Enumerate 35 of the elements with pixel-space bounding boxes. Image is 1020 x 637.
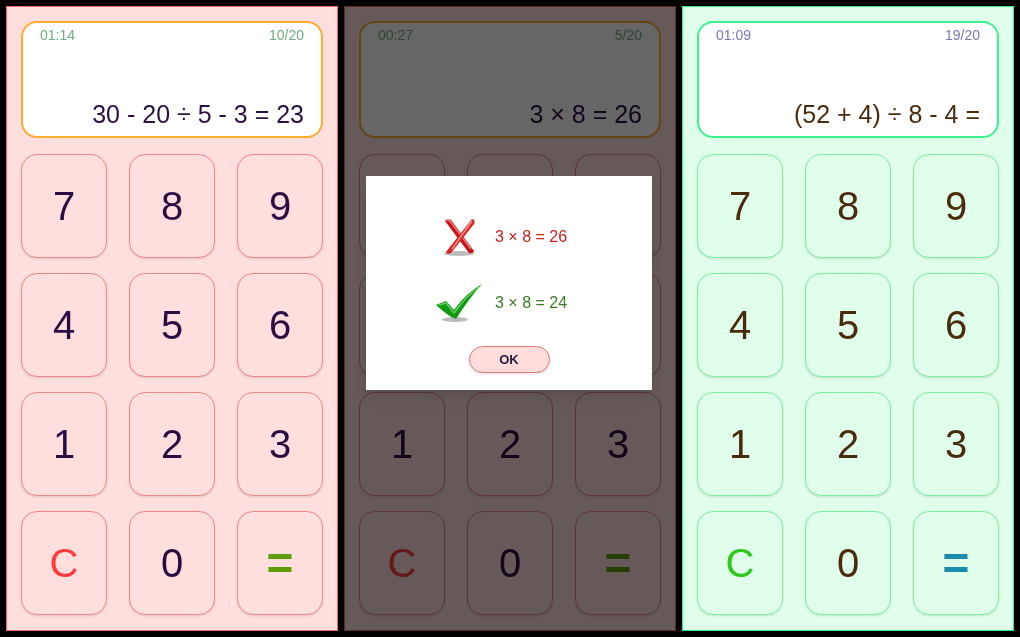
keypad-key[interactable]: 1 bbox=[21, 392, 107, 496]
keypad-key[interactable]: 4 bbox=[21, 273, 107, 377]
correct-answer-text: 3 × 8 = 24 bbox=[495, 293, 568, 313]
timer-text: 01:09 bbox=[716, 26, 752, 44]
keypad-key[interactable]: 2 bbox=[805, 392, 891, 496]
keypad-key[interactable]: 0 bbox=[129, 511, 215, 615]
keypad-key[interactable]: 7 bbox=[697, 154, 783, 258]
keypad-key[interactable]: 5 bbox=[805, 273, 891, 377]
expression-text: (52 + 4) ÷ 8 - 4 = bbox=[793, 99, 980, 129]
keypad-key[interactable]: 0 bbox=[805, 511, 891, 615]
timer-text: 00:27 bbox=[378, 26, 414, 44]
question-counter: 19/20 bbox=[944, 26, 980, 44]
keypad-key[interactable]: 3 bbox=[237, 392, 323, 496]
keypad-key[interactable]: 3 bbox=[913, 392, 999, 496]
keypad-key[interactable]: 2 bbox=[129, 392, 215, 496]
keypad-key[interactable]: = bbox=[913, 511, 999, 615]
keypad-key[interactable]: 6 bbox=[237, 273, 323, 377]
keypad-key[interactable]: 7 bbox=[21, 154, 107, 258]
wrong-answer-text: 3 × 8 = 26 bbox=[495, 227, 568, 247]
expression-text: 30 - 20 ÷ 5 - 3 = 23 bbox=[92, 99, 304, 129]
keypad-key[interactable]: 9 bbox=[237, 154, 323, 258]
keypad-key[interactable]: 6 bbox=[913, 273, 999, 377]
keypad-key[interactable]: 8 bbox=[129, 154, 215, 258]
cross-icon bbox=[442, 218, 476, 256]
question-counter: 10/20 bbox=[268, 26, 304, 44]
keypad-key[interactable]: 5 bbox=[129, 273, 215, 377]
keypad-key[interactable]: 8 bbox=[805, 154, 891, 258]
question-counter: 5/20 bbox=[614, 26, 642, 44]
check-icon bbox=[435, 284, 483, 322]
timer-text: 01:14 bbox=[40, 26, 76, 44]
ok-button[interactable]: OK bbox=[468, 346, 550, 373]
keypad-key[interactable]: 9 bbox=[913, 154, 999, 258]
keypad-key[interactable]: 4 bbox=[697, 273, 783, 377]
keypad-key[interactable]: 1 bbox=[697, 392, 783, 496]
expression-text: 3 × 8 = 26 bbox=[529, 99, 642, 129]
